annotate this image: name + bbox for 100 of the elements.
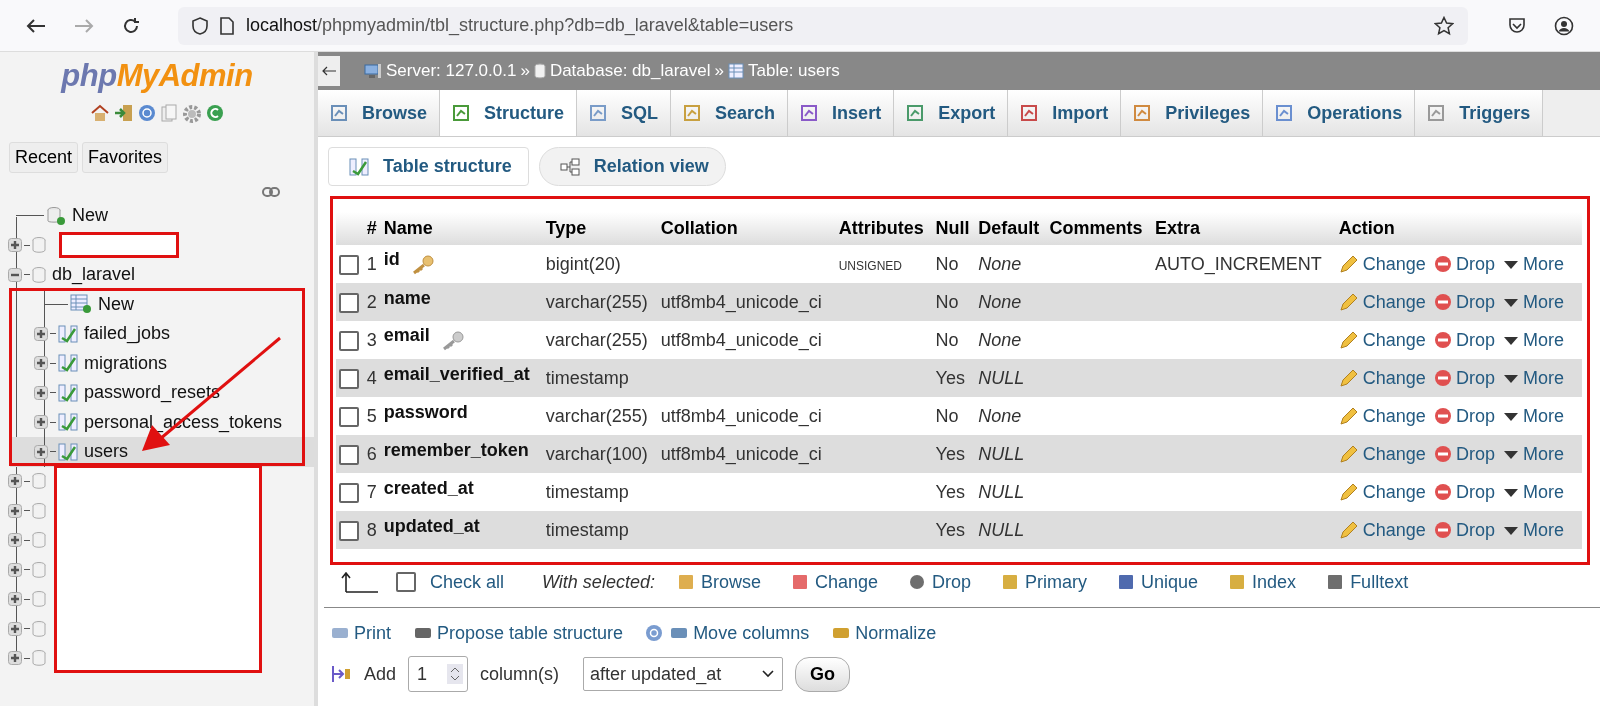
- expand-icon[interactable]: [8, 533, 22, 548]
- expand-icon[interactable]: [34, 385, 48, 400]
- row-action-link[interactable]: Drop: [1433, 405, 1495, 427]
- tab[interactable]: Privileges: [1121, 90, 1264, 136]
- tab[interactable]: Browse: [318, 90, 441, 136]
- tool-link[interactable]: Normalize: [831, 622, 937, 644]
- tab[interactable]: Import: [1008, 90, 1122, 136]
- row-action-link[interactable]: Change: [1338, 291, 1426, 313]
- bulk-action-link[interactable]: Drop: [908, 571, 972, 593]
- home-icon[interactable]: [90, 104, 110, 122]
- row-action-link[interactable]: Change: [1338, 405, 1426, 427]
- row-checkbox[interactable]: [339, 254, 359, 275]
- tool-link[interactable]: Propose table structure: [413, 622, 624, 644]
- position-dropdown[interactable]: after updated_at: [583, 657, 784, 691]
- sidebar-tab[interactable]: Recent: [9, 142, 79, 173]
- tree-item[interactable]: New: [98, 293, 134, 315]
- go-button[interactable]: Go: [795, 656, 851, 692]
- check-all-checkbox[interactable]: Check all: [396, 571, 505, 593]
- tab[interactable]: Insert: [788, 90, 895, 136]
- subtab[interactable]: Relation view: [538, 147, 726, 186]
- help-icon[interactable]: [645, 624, 664, 642]
- bulk-action-link[interactable]: Primary: [1001, 571, 1088, 593]
- tab[interactable]: Search: [671, 90, 789, 136]
- expand-icon[interactable]: [8, 238, 22, 253]
- bulk-action-link[interactable]: Unique: [1117, 571, 1199, 593]
- row-action-link[interactable]: Drop: [1433, 329, 1495, 351]
- spinner-icon[interactable]: [450, 666, 461, 682]
- row-action-link[interactable]: More: [1502, 291, 1564, 313]
- row-checkbox[interactable]: [339, 330, 359, 351]
- collapse-icon[interactable]: [8, 267, 22, 282]
- reload-icon[interactable]: [122, 16, 140, 35]
- row-action-link[interactable]: Drop: [1433, 481, 1495, 503]
- tab[interactable]: Triggers: [1415, 90, 1544, 136]
- drop-icon: [1433, 445, 1452, 463]
- account-icon[interactable]: [1554, 15, 1574, 36]
- tree-item[interactable]: users: [84, 441, 128, 463]
- row-checkbox[interactable]: [339, 482, 359, 503]
- expand-icon[interactable]: [8, 474, 22, 489]
- row-action-link[interactable]: Drop: [1433, 253, 1495, 275]
- row-action-link[interactable]: More: [1502, 329, 1564, 351]
- tab[interactable]: Operations: [1263, 90, 1416, 136]
- sidebar-tab[interactable]: Favorites: [82, 142, 169, 173]
- breadcrumb-link[interactable]: Server: 127.0.0.1: [386, 61, 517, 81]
- tab[interactable]: SQL: [577, 90, 672, 136]
- row-checkbox[interactable]: [339, 406, 359, 427]
- row-action-link[interactable]: More: [1502, 443, 1564, 465]
- row-action-link[interactable]: Drop: [1433, 291, 1495, 313]
- expand-icon[interactable]: [34, 356, 48, 371]
- phpmyadmin-logo[interactable]: phpMyAdmin: [61, 58, 253, 94]
- row-action-link[interactable]: Change: [1338, 367, 1426, 389]
- row-action-link[interactable]: Change: [1338, 253, 1426, 275]
- bulk-action-link[interactable]: Browse: [676, 571, 761, 593]
- row-action-link[interactable]: Drop: [1433, 443, 1495, 465]
- column-count-field[interactable]: 1: [408, 656, 469, 692]
- expand-icon[interactable]: [34, 444, 48, 459]
- row-action-link[interactable]: Change: [1338, 481, 1426, 503]
- row-checkbox[interactable]: [339, 444, 359, 465]
- row-action-link[interactable]: Drop: [1433, 519, 1495, 541]
- subtab[interactable]: Table structure: [328, 147, 529, 186]
- help-icon[interactable]: [138, 104, 156, 122]
- expand-icon[interactable]: [8, 651, 22, 666]
- expand-icon[interactable]: [34, 415, 48, 430]
- row-action-link[interactable]: Change: [1338, 519, 1426, 541]
- expand-icon[interactable]: [8, 592, 22, 607]
- tree-item[interactable]: migrations: [84, 352, 168, 374]
- row-action-link[interactable]: Change: [1338, 443, 1426, 465]
- tree-item[interactable]: New: [72, 205, 108, 227]
- row-checkbox[interactable]: [339, 520, 359, 541]
- bulk-action-link[interactable]: Fulltext: [1326, 571, 1409, 593]
- tab[interactable]: Structure: [440, 90, 578, 136]
- tab[interactable]: Export: [894, 90, 1009, 136]
- row-checkbox[interactable]: [339, 368, 359, 389]
- expand-icon[interactable]: [34, 326, 48, 341]
- address-bar[interactable]: localhost/phpmyadmin/tbl_structure.php?db=db_laravel&table=users: [178, 6, 1468, 45]
- expand-icon[interactable]: [8, 503, 22, 518]
- back-arrow-icon[interactable]: [321, 66, 337, 76]
- row-action-link[interactable]: More: [1502, 253, 1564, 275]
- tool-link[interactable]: Move columns: [669, 622, 810, 644]
- breadcrumb-link[interactable]: Database: db_laravel: [549, 61, 711, 81]
- breadcrumb-link[interactable]: Table: users: [748, 61, 840, 81]
- row-action-link[interactable]: Drop: [1433, 367, 1495, 389]
- back-icon[interactable]: [26, 17, 46, 34]
- expand-icon[interactable]: [8, 621, 22, 636]
- link-icon[interactable]: [262, 187, 280, 197]
- tree-item[interactable]: failed_jobs: [84, 323, 171, 345]
- star-icon[interactable]: [1434, 15, 1454, 36]
- exit-icon[interactable]: [114, 104, 134, 122]
- bulk-action-link[interactable]: Change: [790, 571, 878, 593]
- row-action-link[interactable]: More: [1502, 519, 1564, 541]
- tree-item[interactable]: db_laravel: [52, 264, 136, 286]
- row-action-link[interactable]: More: [1502, 405, 1564, 427]
- pocket-icon[interactable]: [1508, 16, 1526, 35]
- row-checkbox[interactable]: [339, 292, 359, 313]
- expand-icon[interactable]: [8, 562, 22, 577]
- tool-link[interactable]: Print: [330, 622, 391, 644]
- settings-icon[interactable]: [182, 104, 202, 124]
- row-action-link[interactable]: More: [1502, 481, 1564, 503]
- row-action-link[interactable]: More: [1502, 367, 1564, 389]
- row-action-link[interactable]: Change: [1338, 329, 1426, 351]
- bulk-action-link[interactable]: Index: [1228, 571, 1297, 593]
